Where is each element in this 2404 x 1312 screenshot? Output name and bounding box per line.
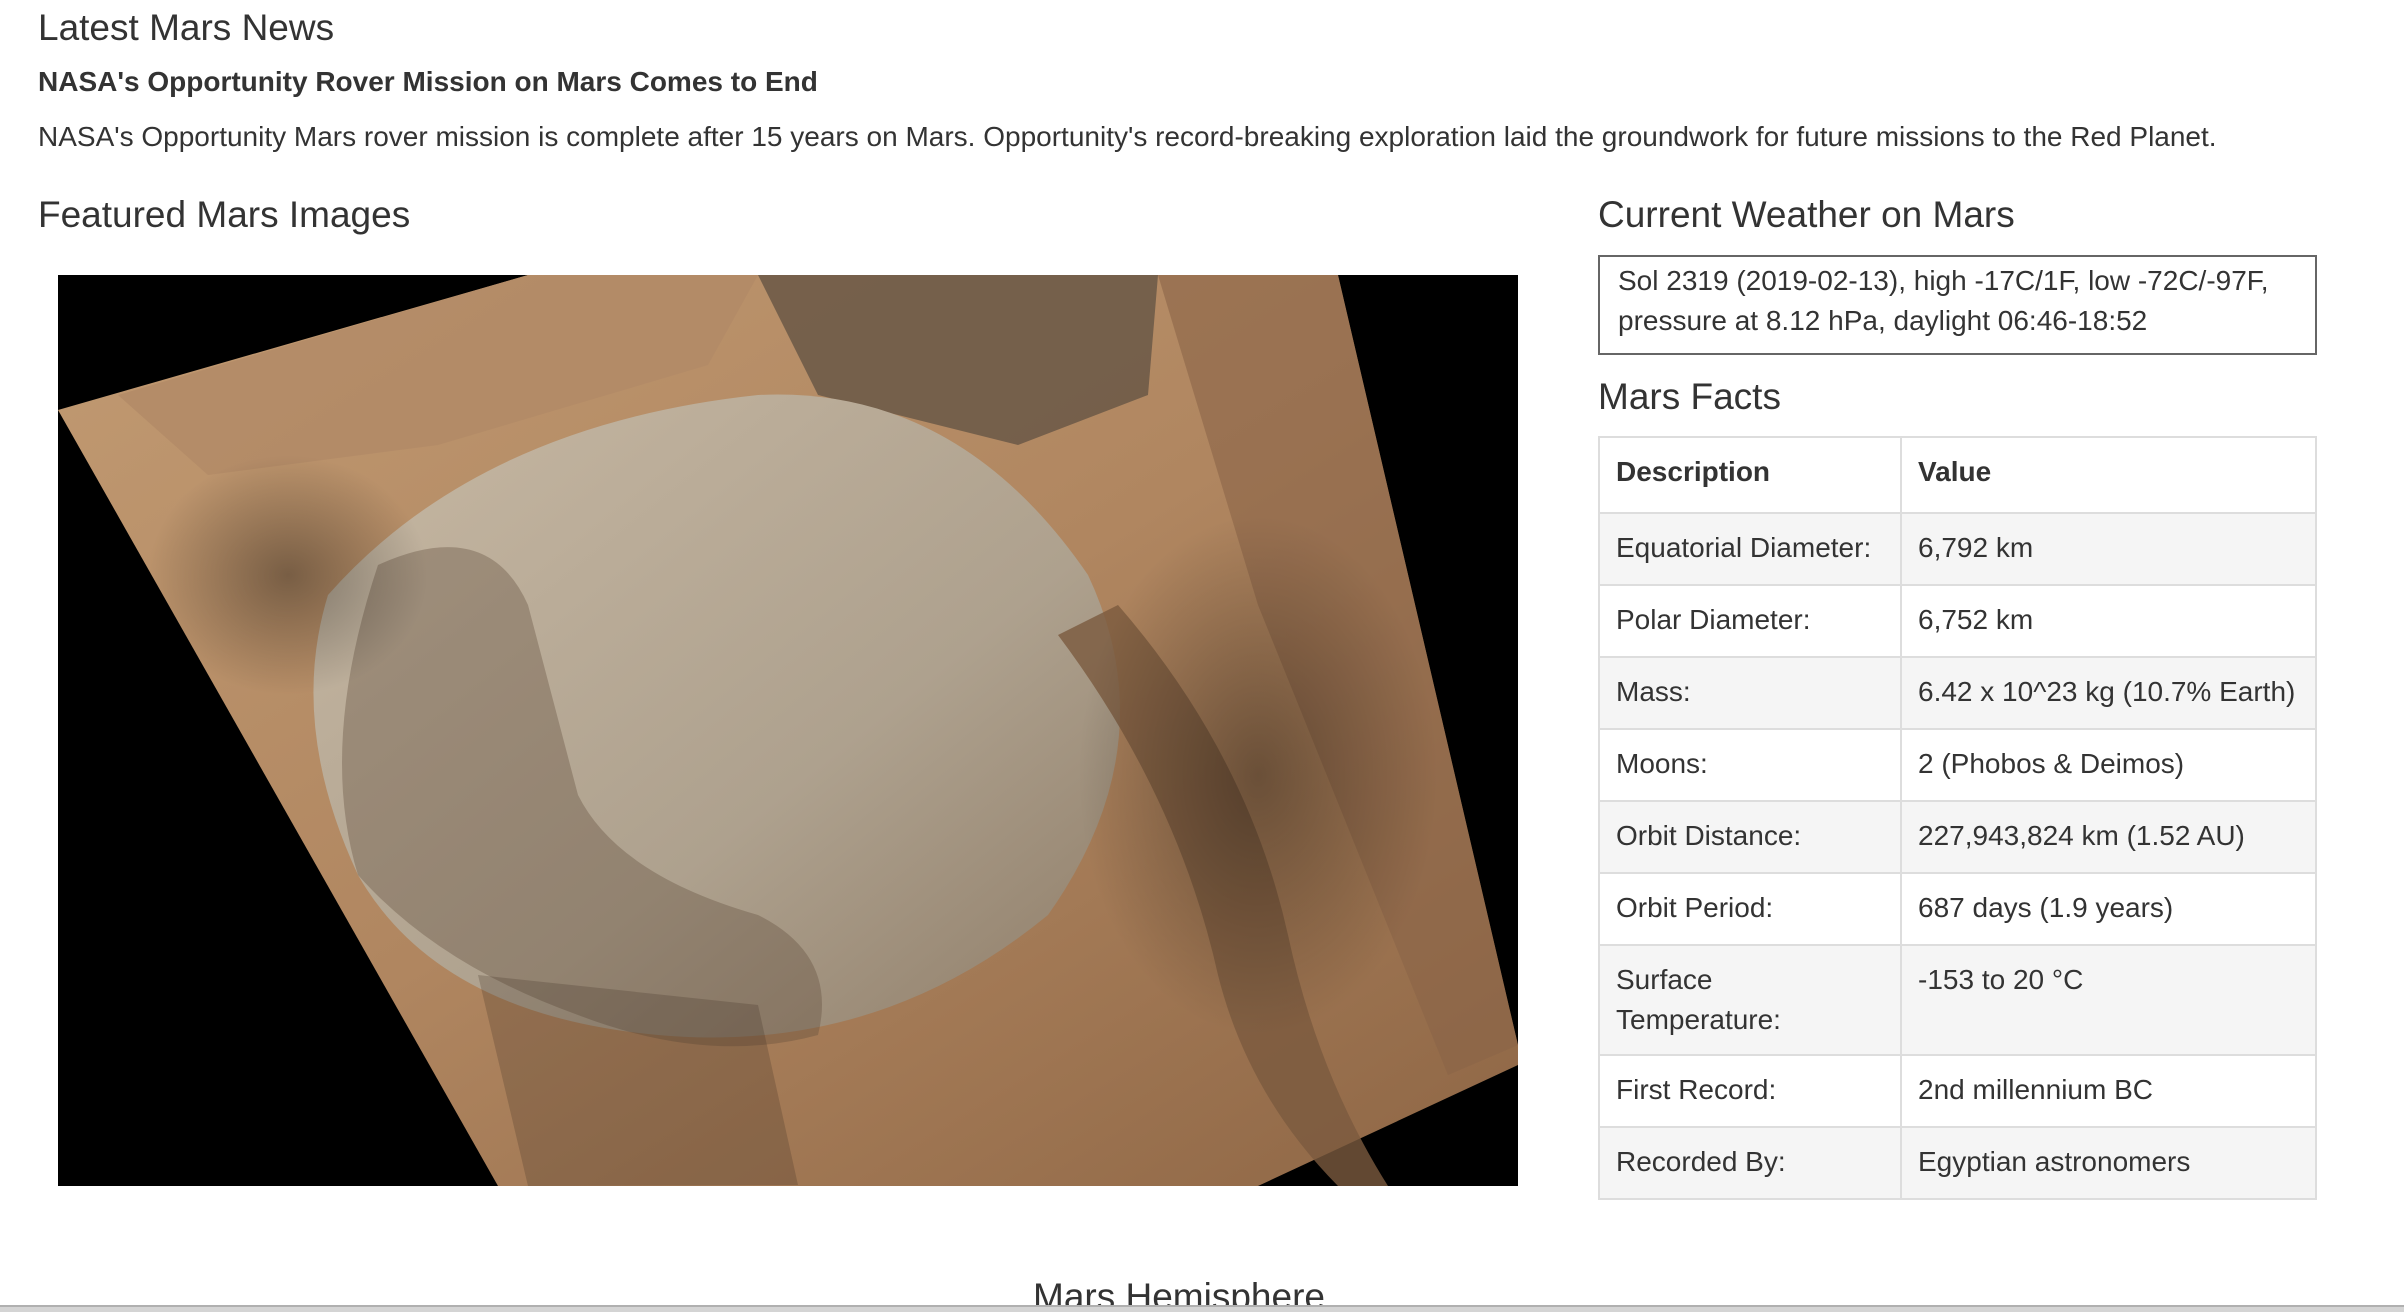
news-title: NASA's Opportunity Rover Mission on Mars… xyxy=(38,66,818,97)
fact-value: 2 (Phobos & Deimos) xyxy=(1900,728,2317,802)
table-row: Surface Temperature: -153 to 20 °C xyxy=(1598,944,2317,1056)
fact-description: Polar Diameter: xyxy=(1598,584,1902,658)
news-paragraph: NASA's Opportunity Mars rover mission is… xyxy=(38,121,2217,152)
fact-description: Mass: xyxy=(1598,656,1902,730)
table-header-row: Description Value xyxy=(1598,436,2317,514)
facts-heading: Mars Facts xyxy=(1598,376,1781,417)
fact-description: Recorded By: xyxy=(1598,1126,1902,1200)
table-row: Orbit Distance: 227,943,824 km (1.52 AU) xyxy=(1598,800,2317,874)
horizontal-scrollbar[interactable] xyxy=(0,1305,2404,1312)
table-row: First Record: 2nd millennium BC xyxy=(1598,1054,2317,1128)
fact-description: Moons: xyxy=(1598,728,1902,802)
fact-description: Orbit Period: xyxy=(1598,872,1902,946)
fact-value: 6.42 x 10^23 kg (10.7% Earth) xyxy=(1900,656,2317,730)
weather-report: Sol 2319 (2019-02-13), high -17C/1F, low… xyxy=(1598,255,2317,355)
table-row: Equatorial Diameter: 6,792 km xyxy=(1598,512,2317,586)
fact-description: First Record: xyxy=(1598,1054,1902,1128)
column-header-value: Value xyxy=(1900,436,2317,514)
mars-rock-photo xyxy=(58,275,1518,1186)
fact-value: Egyptian astronomers xyxy=(1900,1126,2317,1200)
fact-value: -153 to 20 °C xyxy=(1900,944,2317,1056)
page: Latest Mars News NASA's Opportunity Rove… xyxy=(0,0,2404,1312)
table-row: Orbit Period: 687 days (1.9 years) xyxy=(1598,872,2317,946)
fact-description: Surface Temperature: xyxy=(1598,944,1902,1056)
fact-value: 6,792 km xyxy=(1900,512,2317,586)
featured-images-heading: Featured Mars Images xyxy=(38,194,411,235)
column-header-description: Description xyxy=(1598,436,1902,514)
fact-description: Equatorial Diameter: xyxy=(1598,512,1902,586)
featured-mars-image xyxy=(58,275,1518,1186)
table-row: Polar Diameter: 6,752 km xyxy=(1598,584,2317,658)
fact-value: 6,752 km xyxy=(1900,584,2317,658)
table-row: Recorded By: Egyptian astronomers xyxy=(1598,1126,2317,1200)
news-heading: Latest Mars News xyxy=(38,7,335,48)
weather-heading: Current Weather on Mars xyxy=(1598,194,2015,235)
fact-value: 2nd millennium BC xyxy=(1900,1054,2317,1128)
fact-description: Orbit Distance: xyxy=(1598,800,1902,874)
table-row: Moons: 2 (Phobos & Deimos) xyxy=(1598,728,2317,802)
fact-value: 227,943,824 km (1.52 AU) xyxy=(1900,800,2317,874)
fact-value: 687 days (1.9 years) xyxy=(1900,872,2317,946)
mars-facts-table: Description Value Equatorial Diameter: 6… xyxy=(1598,436,2317,1200)
table-row: Mass: 6.42 x 10^23 kg (10.7% Earth) xyxy=(1598,656,2317,730)
